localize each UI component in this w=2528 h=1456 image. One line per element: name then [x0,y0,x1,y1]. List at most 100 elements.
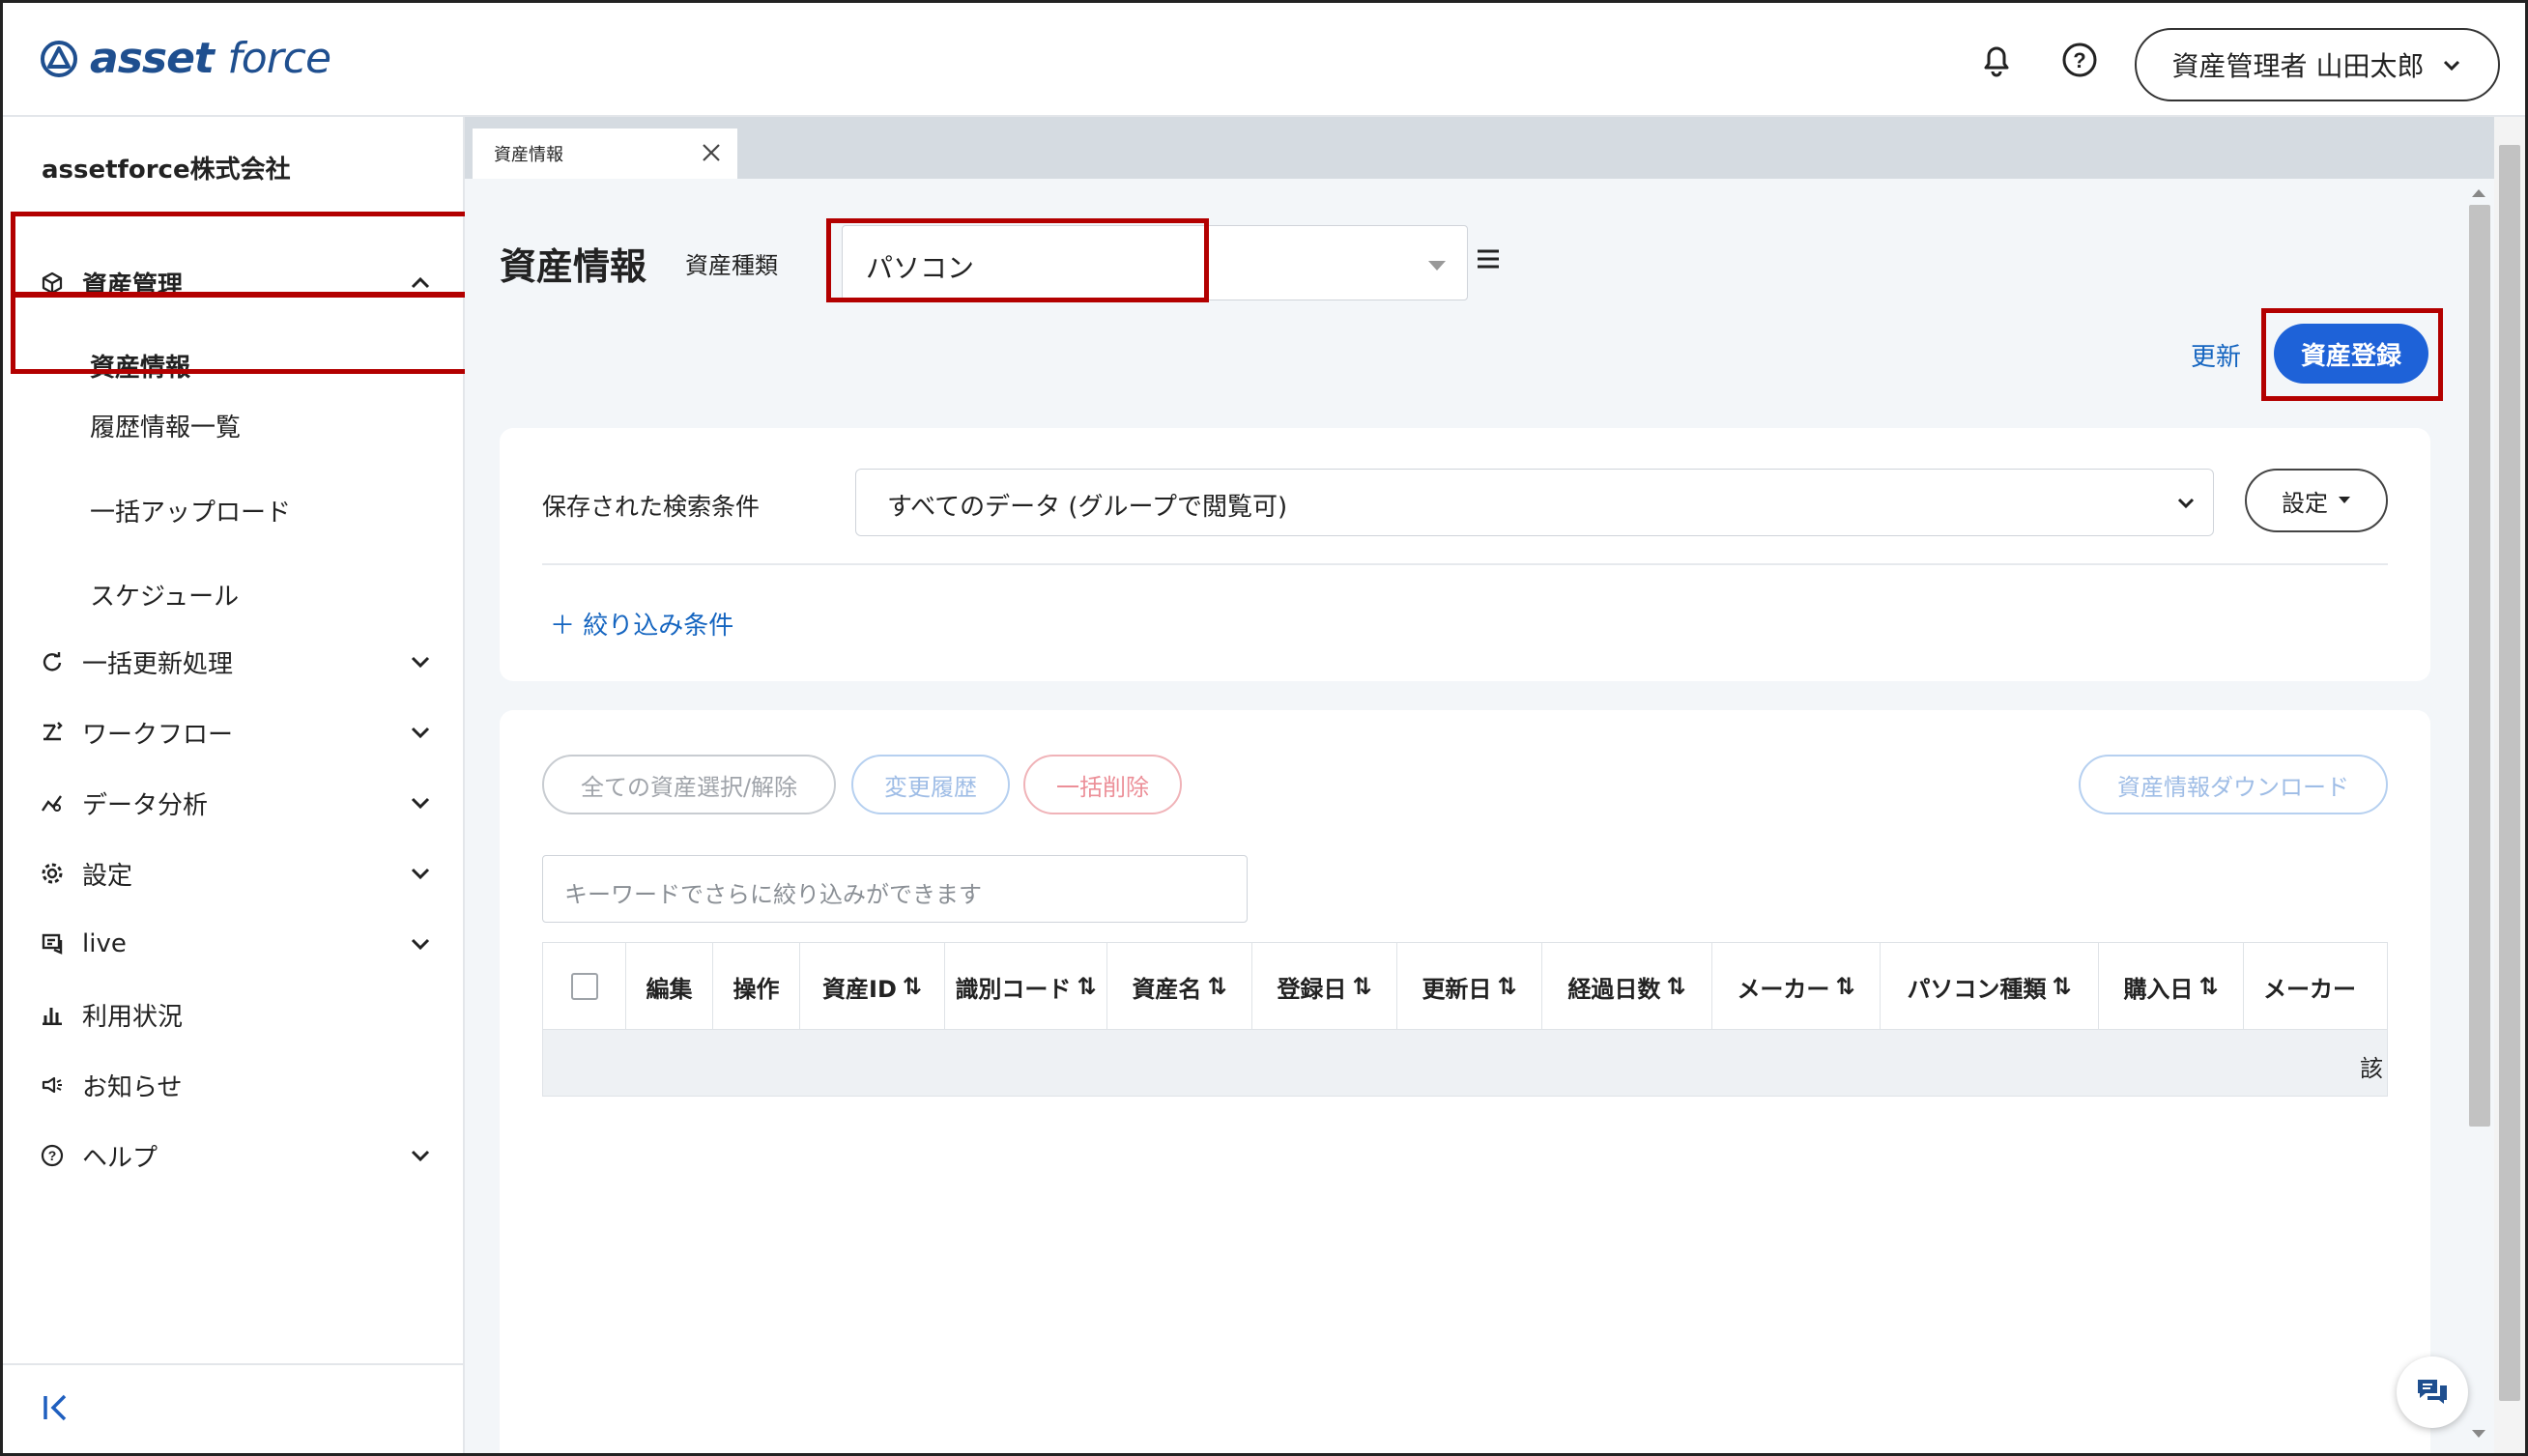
bulk-delete-button[interactable]: 一括削除 [1023,755,1182,814]
sidebar-item-label: ワークフロー [82,720,234,750]
sidebar-item-data-analysis[interactable]: データ分析 [3,774,465,832]
sidebar-item-help[interactable]: ? ヘルプ [3,1127,465,1185]
download-button[interactable]: 資産情報ダウンロード [2079,755,2388,814]
sort-icon[interactable]: ⇅ [1666,973,1685,1000]
logo-text-asset: asset [90,34,215,83]
keyword-filter-input[interactable]: キーワードでさらに絞り込みができます [542,855,1248,923]
chevron-down-icon [411,797,430,810]
tab-label: 資産情報 [494,145,563,165]
table-header: 編集 操作 資産ID ⇅ 識別コード ⇅ 資産名 ⇅ 登録日 ⇅ 更新日 ⇅ 経過日数 ⇅ … [543,943,2387,1030]
scroll-down-arrow-icon[interactable] [2472,1430,2485,1438]
settings-button-label: 設定 [2282,489,2328,517]
chat-button[interactable] [2397,1356,2468,1428]
help-icon[interactable]: ? [2057,38,2102,82]
sidebar-subitem-label: スケジュール [90,583,240,612]
sidebar: assetforce株式会社 資産管理 資産情報 履歴情報一覧 一括アップロード… [3,117,474,1453]
settings-dropdown-button[interactable]: 設定 [2245,469,2388,532]
sidebar-subitem-schedule[interactable]: スケジュール [3,563,465,621]
column-header[interactable]: 資産ID ⇅ [800,943,945,1030]
workflow-icon [40,720,65,745]
bar-chart-icon [40,1002,65,1027]
user-name-label: 資産管理者 山田太郎 [2171,50,2425,82]
collapse-sidebar-icon[interactable] [40,1390,74,1425]
page-scrollbar-thumb[interactable] [2499,145,2520,1401]
caret-down-icon [1428,261,1446,271]
sidebar-item-settings[interactable]: 設定 [3,844,465,902]
sidebar-item-usage[interactable]: 利用状況 [3,985,465,1043]
change-history-button[interactable]: 変更履歴 [851,755,1010,814]
sidebar-footer-divider [3,1363,465,1365]
column-label: 更新日 [1422,975,1492,1003]
column-header: 操作 [713,943,800,1030]
asset-type-label: 資産種類 [685,252,778,279]
column-header[interactable]: 経過日数 ⇅ [1542,943,1712,1030]
update-link[interactable]: 更新 [2191,337,2241,373]
column-header[interactable]: パソコン種類 ⇅ [1881,943,2099,1030]
menu-icon[interactable] [1476,248,1501,270]
column-label: メーカー [2263,975,2356,1003]
top-header: asset force ? 資産管理者 山田太郎 [3,3,2525,117]
column-header[interactable]: 識別コード ⇅ [945,943,1107,1030]
sort-icon[interactable]: ⇅ [903,973,922,1000]
sidebar-item-bulk-update[interactable]: 一括更新処理 [3,633,465,691]
tab-asset-info[interactable]: 資産情報 [473,128,737,179]
highlight-box-asset-management [11,212,474,297]
saved-search-label: 保存された検索条件 [542,493,761,521]
scroll-up-arrow-icon[interactable] [2472,189,2485,197]
column-label: 識別コード [955,975,1072,1003]
bell-icon[interactable] [1974,38,2019,82]
sidebar-item-notices[interactable]: お知らせ [3,1056,465,1114]
close-icon[interactable] [701,142,722,163]
chevron-down-icon [411,1150,430,1162]
saved-search-value: すべてのデータ (グループで閲覧可) [887,493,1288,522]
column-label: メーカー [1737,975,1830,1003]
sidebar-subitem-bulk-upload[interactable]: 一括アップロード [3,479,465,537]
header-checkbox-cell [543,943,626,1030]
highlight-box-asset-type [826,218,1209,302]
user-menu-button[interactable]: 資産管理者 山田太郎 [2135,28,2500,101]
column-header[interactable]: メーカー ⇅ [1712,943,1881,1030]
page-title: 資産情報 [500,245,647,288]
sort-icon[interactable]: ⇅ [1835,973,1854,1000]
divider [542,563,2388,565]
sidebar-item-workflow[interactable]: ワークフロー [3,703,465,761]
main-content: 資産情報 資産情報 資産種類 パソコン 更新 資産登録 保存された検索条件 すべ… [465,117,2494,1453]
column-header[interactable]: 購入日 ⇅ [2099,943,2244,1030]
logo-mark-icon [41,40,77,77]
analytics-icon [40,790,65,815]
sort-icon[interactable]: ⇅ [1497,973,1516,1000]
asset-list-card: 全ての資産選択/解除 変更履歴 一括削除 資産情報ダウンロード キーワードでさら… [500,710,2430,1453]
column-header[interactable]: 登録日 ⇅ [1252,943,1397,1030]
column-label: 経過日数 [1567,975,1661,1003]
sidebar-item-live[interactable]: live [3,915,465,973]
column-label: 資産名 [1132,975,1202,1003]
empty-message: 該 [2360,1055,2383,1082]
sort-icon[interactable]: ⇅ [1352,973,1371,1000]
sidebar-item-label: 設定 [82,861,133,891]
sidebar-subitem-label: 履歴情報一覧 [90,414,242,443]
search-conditions-card: 保存された検索条件 すべてのデータ (グループで閲覧可) 設定 ＋ 絞り込み条件 [500,428,2430,681]
add-filter-link[interactable]: ＋ 絞り込み条件 [550,606,733,642]
column-header[interactable]: 資産名 ⇅ [1107,943,1252,1030]
select-all-button[interactable]: 全ての資産選択/解除 [542,755,836,814]
select-all-checkbox[interactable] [570,973,598,1000]
column-header[interactable]: メーカー [2244,943,2387,1030]
assetforce-logo[interactable]: asset force [40,34,331,83]
highlight-box-asset-info [11,293,474,374]
svg-text:?: ? [2073,48,2085,72]
saved-search-select[interactable]: すべてのデータ (グループで閲覧可) [855,469,2214,536]
column-header[interactable]: 更新日 ⇅ [1397,943,1542,1030]
company-name: assetforce株式会社 [42,156,291,185]
sidebar-subitem-history-list[interactable]: 履歴情報一覧 [3,394,465,452]
sort-icon[interactable]: ⇅ [2052,973,2071,1000]
sort-icon[interactable]: ⇅ [1207,973,1226,1000]
sort-icon[interactable]: ⇅ [2198,973,2218,1000]
chevron-down-icon [411,727,430,739]
sidebar-item-label: live [82,929,127,958]
chevron-down-icon [411,656,430,669]
content-scrollbar-thumb[interactable] [2469,205,2490,1127]
column-label: パソコン種類 [1907,975,2047,1003]
chat-icon [2418,1380,2447,1404]
gear-icon [40,861,65,886]
sort-icon[interactable]: ⇅ [1077,973,1096,1000]
